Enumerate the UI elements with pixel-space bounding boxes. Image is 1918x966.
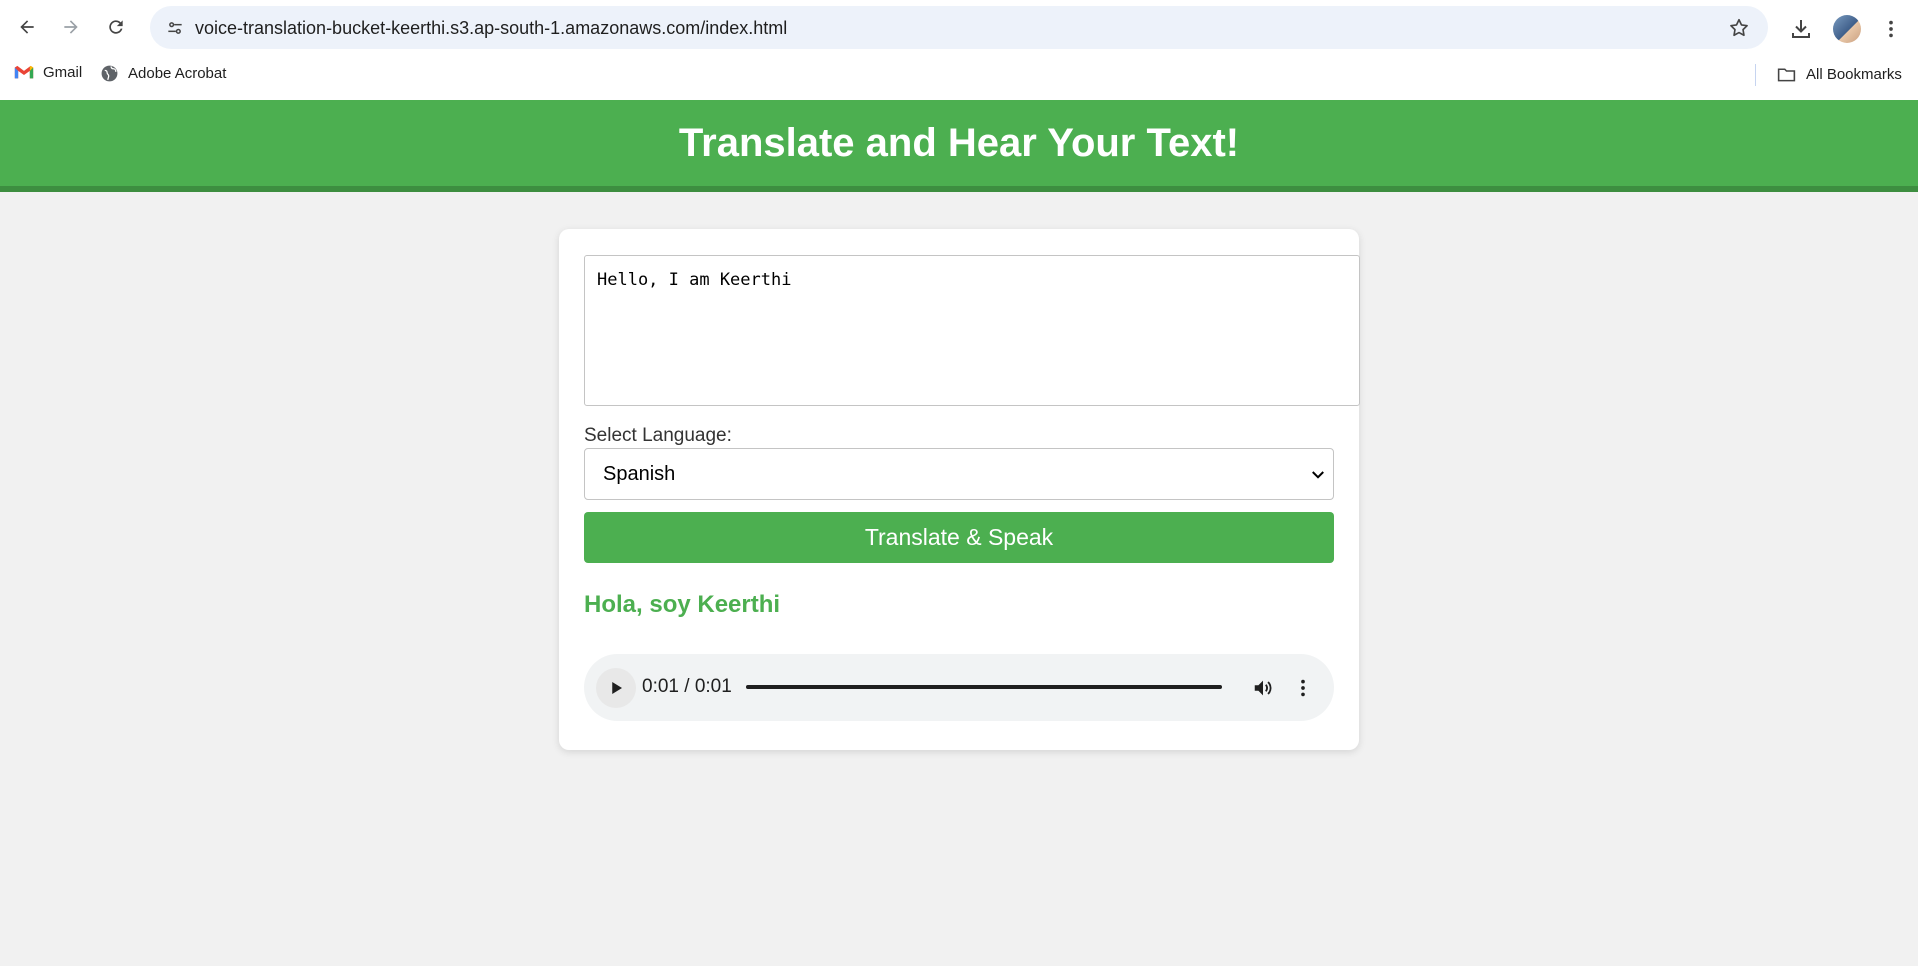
bookmarks-bar: Gmail Adobe Acrobat All Bookmarks xyxy=(0,58,1918,94)
arrow-right-icon xyxy=(64,20,78,34)
more-vertical-icon xyxy=(1889,20,1893,38)
text-input[interactable]: Hello, I am Keerthi xyxy=(584,255,1360,406)
profile-button[interactable] xyxy=(1830,12,1864,46)
downloads-button[interactable] xyxy=(1784,12,1818,46)
translator-card: Hello, I am Keerthi Select Language: Spa… xyxy=(559,229,1360,750)
audio-options-button[interactable] xyxy=(1289,674,1317,702)
arrow-left-icon xyxy=(20,20,34,34)
translate-speak-button[interactable]: Translate & Speak xyxy=(584,512,1334,563)
selected-language: Spanish xyxy=(603,463,676,485)
bookmark-star-icon[interactable] xyxy=(1724,13,1754,43)
bookmark-gmail[interactable]: Gmail xyxy=(14,64,82,81)
reload-button[interactable] xyxy=(101,12,131,42)
url-text[interactable]: voice-translation-bucket-keerthi.s3.ap-s… xyxy=(195,18,787,39)
folder-icon xyxy=(1777,68,1796,82)
gmail-icon xyxy=(14,65,34,79)
all-bookmarks[interactable]: All Bookmarks xyxy=(1776,64,1902,85)
play-icon xyxy=(612,682,622,694)
volume-button[interactable] xyxy=(1249,674,1277,702)
reload-icon xyxy=(109,20,123,34)
bookmark-label: Gmail xyxy=(43,64,83,81)
bookmark-adobe-acrobat[interactable]: Adobe Acrobat xyxy=(100,64,226,83)
audio-time-display: 0:01 / 0:01 xyxy=(642,676,732,697)
chevron-down-icon xyxy=(1312,471,1324,479)
page-title: Translate and Hear Your Text! xyxy=(678,120,1240,165)
back-button[interactable] xyxy=(12,12,42,42)
translated-text: Hola, soy Keerthi xyxy=(584,591,781,618)
volume-icon xyxy=(1254,680,1272,696)
audio-progress-bar[interactable] xyxy=(746,685,1222,689)
download-icon xyxy=(1792,20,1810,38)
site-info-icon[interactable] xyxy=(160,13,190,43)
globe-icon xyxy=(101,65,118,82)
bookmarks-divider xyxy=(1755,64,1756,86)
audio-progress-fill xyxy=(746,685,1222,689)
bookmark-label: Adobe Acrobat xyxy=(128,65,227,82)
browser-menu-button[interactable] xyxy=(1874,12,1908,46)
more-vertical-icon xyxy=(1301,679,1305,697)
language-select[interactable]: Spanish xyxy=(584,448,1334,500)
page-header: Translate and Hear Your Text! xyxy=(0,100,1918,192)
avatar xyxy=(1833,15,1861,43)
all-bookmarks-label: All Bookmarks xyxy=(1806,66,1902,83)
forward-button[interactable] xyxy=(56,12,86,42)
audio-player: 0:01 / 0:01 xyxy=(584,654,1334,721)
play-button[interactable] xyxy=(596,668,636,708)
language-label: Select Language: xyxy=(584,425,732,446)
address-bar[interactable]: voice-translation-bucket-keerthi.s3.ap-s… xyxy=(150,6,1768,49)
